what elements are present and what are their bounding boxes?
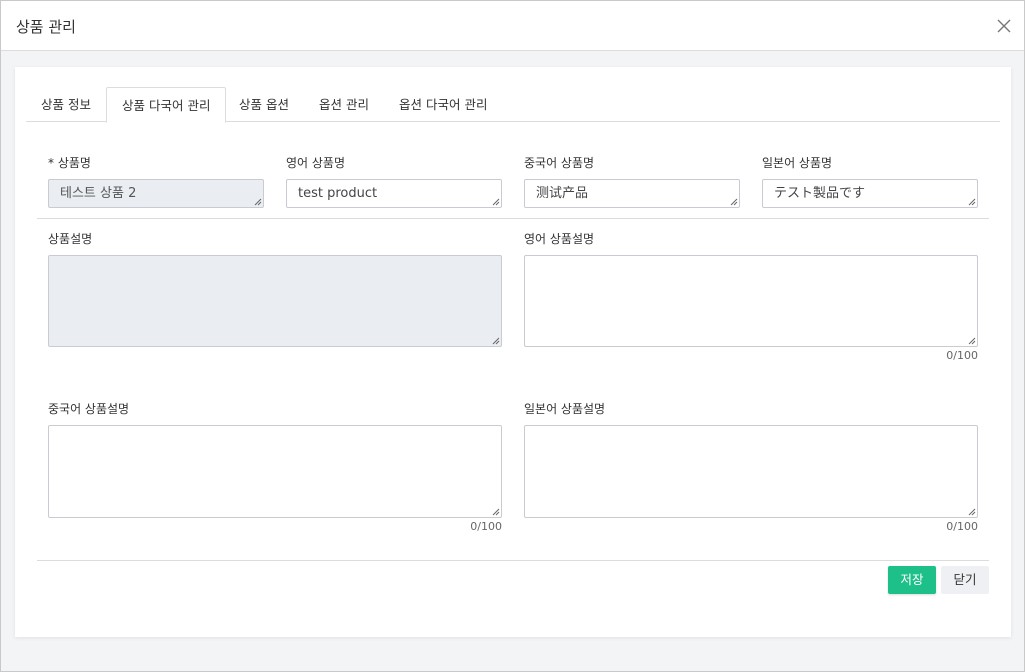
resize-grip-icon[interactable] [967, 197, 976, 206]
name-zh-value: 测试产品 [536, 186, 589, 201]
resize-grip-icon[interactable] [967, 336, 976, 345]
desc-zh-counter: 0/100 [470, 520, 502, 533]
content-card: 상품 정보 상품 다국어 관리 상품 옵션 옵션 관리 옵션 다국어 관리 * … [15, 67, 1011, 637]
tab-product-i18n[interactable]: 상품 다국어 관리 [106, 87, 227, 123]
close-icon[interactable] [995, 17, 1013, 35]
name-zh-input[interactable]: 测试产品 [524, 179, 740, 208]
tab-bar: 상품 정보 상품 다국어 관리 상품 옵션 옵션 관리 옵션 다국어 관리 [26, 87, 1000, 123]
name-zh-label: 중국어 상품명 [524, 156, 595, 170]
desc-en-label: 영어 상품설명 [524, 232, 595, 246]
tab-product-options[interactable]: 상품 옵션 [224, 87, 304, 122]
tab-option-management[interactable]: 옵션 관리 [304, 87, 384, 122]
resize-grip-icon [254, 198, 262, 206]
footer-divider [37, 560, 989, 561]
desc-ja-label: 일본어 상품설명 [524, 402, 606, 416]
tab-product-info[interactable]: 상품 정보 [26, 87, 106, 122]
name-input: 테스트 상품 2 [48, 179, 264, 208]
close-button[interactable]: 닫기 [941, 566, 989, 594]
modal-title: 상품 관리 [16, 18, 76, 36]
name-en-value: test product [298, 186, 378, 201]
name-en-label: 영어 상품명 [286, 156, 346, 170]
name-value: 테스트 상품 2 [60, 186, 137, 201]
tab-option-i18n[interactable]: 옵션 다국어 관리 [384, 87, 502, 122]
product-management-modal: 상품 관리 상품 정보 상품 다국어 관리 상품 옵션 옵션 관리 옵션 다국어… [0, 0, 1025, 672]
desc-ja-textarea[interactable] [524, 425, 978, 518]
name-ja-value: テスト製品です [774, 186, 866, 201]
resize-grip-icon [492, 337, 500, 345]
name-en-input[interactable]: test product [286, 179, 502, 208]
name-ja-input[interactable]: テスト製品です [762, 179, 978, 208]
section-divider [37, 218, 989, 219]
desc-en-textarea[interactable] [524, 255, 978, 347]
resize-grip-icon[interactable] [967, 507, 976, 516]
name-ja-label: 일본어 상품명 [762, 156, 833, 170]
resize-grip-icon[interactable] [491, 197, 500, 206]
desc-zh-textarea[interactable] [48, 425, 502, 518]
modal-header: 상품 관리 [1, 1, 1024, 51]
desc-ja-counter: 0/100 [946, 520, 978, 533]
resize-grip-icon[interactable] [729, 197, 738, 206]
save-button[interactable]: 저장 [888, 566, 936, 594]
desc-zh-label: 중국어 상품설명 [48, 402, 130, 416]
name-label: * 상품명 [48, 156, 91, 170]
desc-en-counter: 0/100 [946, 349, 978, 362]
resize-grip-icon[interactable] [491, 507, 500, 516]
desc-label: 상품설명 [48, 232, 93, 246]
desc-textarea [48, 255, 502, 347]
